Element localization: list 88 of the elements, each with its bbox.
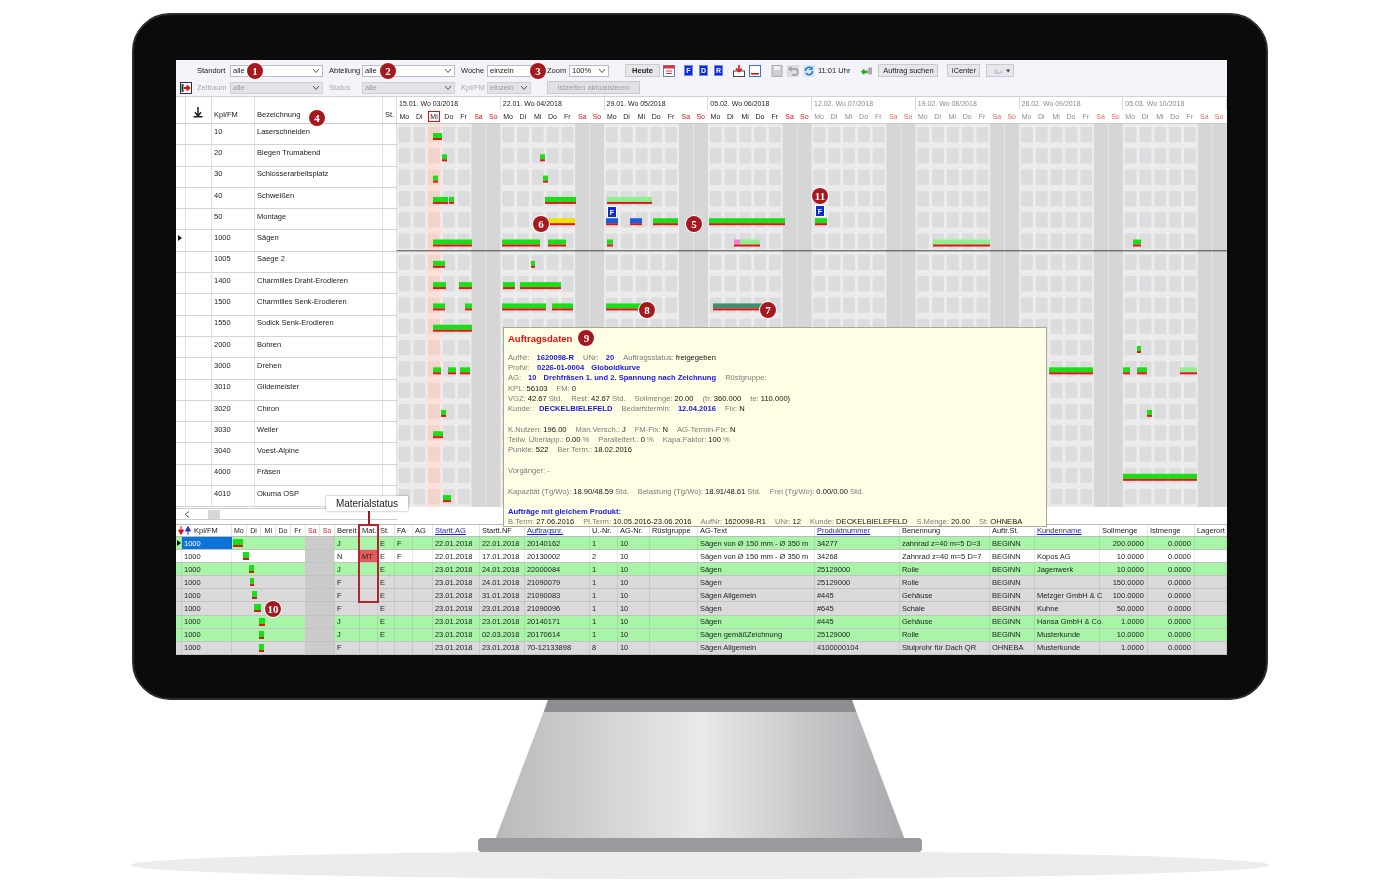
tooltip-title: Auftragsdaten xyxy=(508,332,573,344)
gantt-bar[interactable] xyxy=(606,303,642,311)
save-icon[interactable] xyxy=(771,64,783,77)
leader-line xyxy=(368,511,370,524)
sort-icon[interactable] xyxy=(192,107,204,119)
gantt-bar[interactable] xyxy=(1137,346,1141,353)
gantt-bar[interactable] xyxy=(259,643,264,652)
gantt-bar[interactable] xyxy=(740,239,760,247)
gantt-bar[interactable] xyxy=(449,196,454,204)
gantt-bar[interactable] xyxy=(630,218,642,226)
gantt-bar[interactable] xyxy=(443,495,451,503)
gantt-bar[interactable] xyxy=(540,154,545,162)
gantt-bar[interactable] xyxy=(503,282,515,290)
gantt-bar[interactable] xyxy=(713,303,764,311)
gantt-bar[interactable] xyxy=(606,218,618,226)
callout-marker: 11 xyxy=(812,188,828,204)
callout-marker: 8 xyxy=(639,302,655,318)
gantt-bar[interactable] xyxy=(709,218,785,226)
callout-marker: 9 xyxy=(578,330,595,346)
gantt-bar[interactable] xyxy=(442,154,447,162)
gantt-bar[interactable] xyxy=(233,539,243,547)
callout-marker: 6 xyxy=(533,216,549,232)
callout-marker: 3 xyxy=(530,63,546,79)
gantt-bar[interactable] xyxy=(250,578,254,587)
gantt-bar[interactable] xyxy=(448,367,456,375)
gantt-bar[interactable] xyxy=(465,303,472,311)
gantt-bar[interactable] xyxy=(249,565,254,574)
gantt-bar[interactable] xyxy=(441,409,446,417)
gantt-bar[interactable] xyxy=(433,239,472,247)
tray-icon[interactable] xyxy=(733,64,745,77)
gantt-bar[interactable] xyxy=(653,218,678,226)
sort-arrows-icon[interactable] xyxy=(178,526,192,535)
scroll-left-icon[interactable] xyxy=(184,510,190,518)
annotation-label: Materialstatus xyxy=(326,496,408,511)
gantt-bar[interactable] xyxy=(531,260,535,268)
gantt-bar[interactable] xyxy=(552,303,573,311)
gantt-bar[interactable] xyxy=(734,239,740,247)
gantt-bar[interactable] xyxy=(433,260,445,268)
gantt-bar[interactable] xyxy=(459,282,472,290)
gantt-bar[interactable] xyxy=(545,196,576,204)
menu-button[interactable] xyxy=(986,64,1015,77)
gantt-bar[interactable] xyxy=(502,303,546,311)
gantt-bar[interactable] xyxy=(243,552,249,561)
gantt-bar[interactable] xyxy=(1180,367,1197,375)
callout-marker: 2 xyxy=(380,63,396,79)
caret-icon xyxy=(313,68,319,73)
gantt-bar[interactable] xyxy=(502,239,540,247)
callout-marker: 4 xyxy=(309,110,325,126)
gantt-bar[interactable] xyxy=(933,239,990,247)
gantt-bar[interactable] xyxy=(433,431,443,439)
gantt-bar[interactable] xyxy=(815,218,827,226)
gantt-bar[interactable] xyxy=(1147,409,1152,417)
exit-icon[interactable] xyxy=(180,81,192,94)
undo-icon[interactable] xyxy=(787,64,799,77)
gantt-bar[interactable] xyxy=(607,196,652,204)
gantt-bar[interactable] xyxy=(1123,473,1197,481)
gantt-bar[interactable] xyxy=(259,617,265,626)
refresh-icon[interactable] xyxy=(803,64,815,77)
gantt-bar[interactable] xyxy=(433,133,442,140)
gantt-bar[interactable] xyxy=(259,630,264,639)
gantt-bar[interactable] xyxy=(252,591,257,600)
calendar-icon[interactable] xyxy=(663,64,675,77)
caret-icon xyxy=(599,68,605,73)
gantt-bar[interactable] xyxy=(460,367,470,375)
gantt-bar[interactable] xyxy=(1123,367,1130,375)
gantt-bar[interactable] xyxy=(1137,367,1147,375)
caret-icon xyxy=(313,85,319,90)
gantt-bar[interactable] xyxy=(433,282,446,290)
callout-marker: 1 xyxy=(247,63,263,79)
gantt-bar[interactable] xyxy=(607,239,613,247)
gantt-bar[interactable] xyxy=(433,175,438,183)
gantt-bar[interactable] xyxy=(1133,239,1141,247)
caret-icon xyxy=(445,85,451,90)
gantt-bar[interactable] xyxy=(433,324,472,332)
gantt-bar[interactable] xyxy=(433,303,445,311)
callout-marker: 7 xyxy=(760,302,776,318)
scrollbar-thumb[interactable] xyxy=(208,509,220,519)
callout-marker: 5 xyxy=(686,216,702,232)
gantt-bar[interactable] xyxy=(254,604,261,613)
caret-icon xyxy=(445,68,451,73)
caret-icon xyxy=(521,85,527,90)
gantt-bar[interactable] xyxy=(543,175,548,183)
gantt-bar[interactable] xyxy=(520,282,561,290)
gantt-bar[interactable] xyxy=(1049,367,1093,375)
gantt-bar[interactable] xyxy=(548,239,566,247)
caret-icon xyxy=(1006,68,1011,73)
gantt-bar[interactable] xyxy=(433,367,441,375)
callout-marker: 10 xyxy=(265,601,281,617)
